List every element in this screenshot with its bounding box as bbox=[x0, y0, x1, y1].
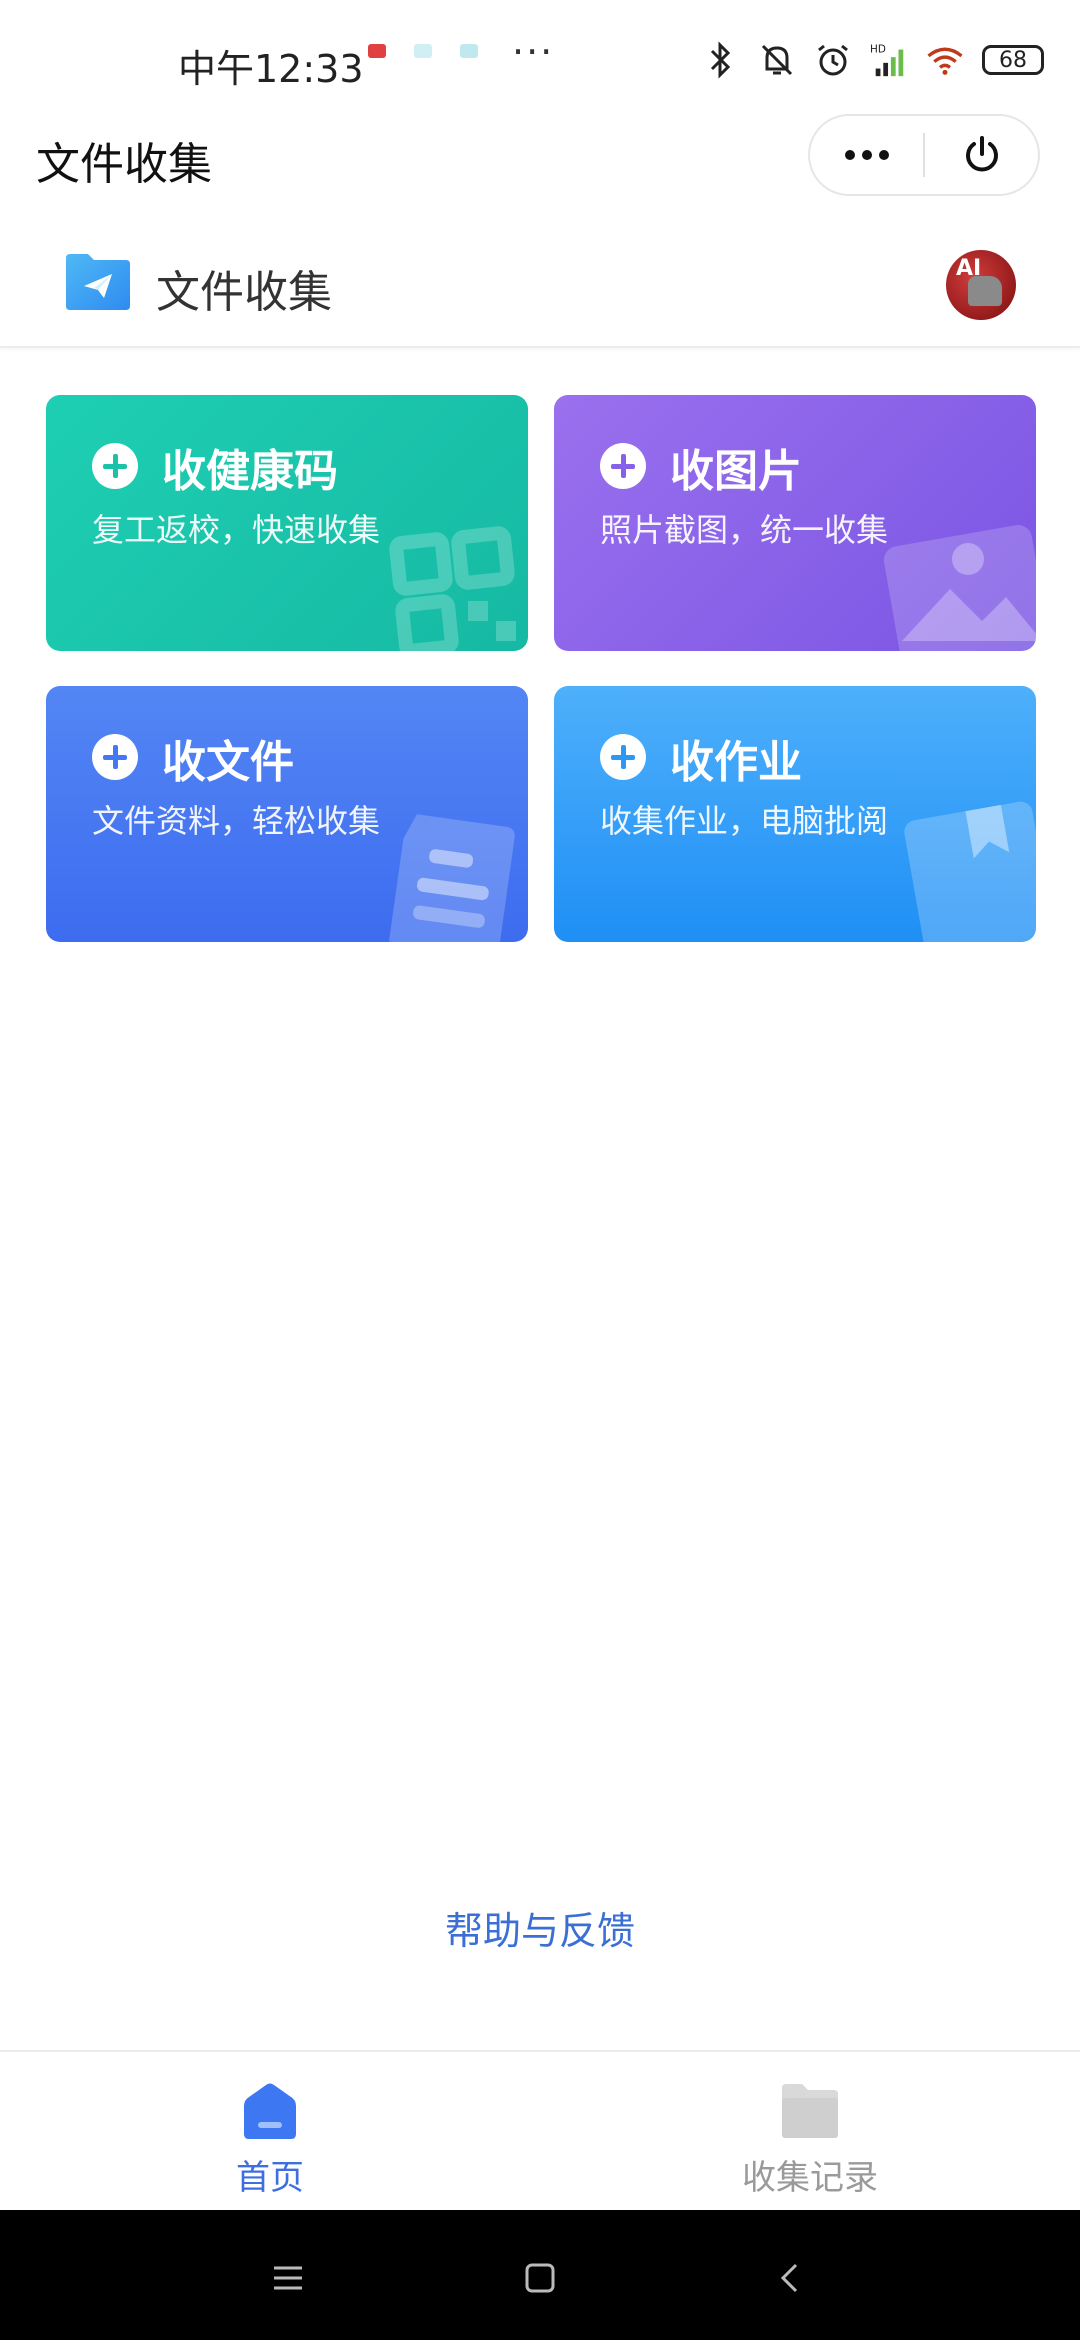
notification-app-icon bbox=[460, 44, 478, 58]
avatar[interactable]: AI bbox=[946, 250, 1016, 320]
help-feedback-link[interactable]: 帮助与反馈 bbox=[0, 1900, 1080, 1955]
notification-app-icon bbox=[414, 44, 432, 58]
folder-icon bbox=[782, 2084, 838, 2138]
card-subtitle: 收集作业，电脑批阅 bbox=[600, 802, 889, 840]
signal-hd-icon: HD bbox=[870, 40, 908, 80]
tab-label: 收集记录 bbox=[742, 2158, 878, 2198]
tab-bar: 首页 收集记录 bbox=[0, 2050, 1080, 2210]
close-button[interactable] bbox=[925, 116, 1038, 194]
card-health-code[interactable]: 收健康码 复工返校，快速收集 bbox=[46, 395, 528, 651]
battery-indicator: 68 bbox=[982, 45, 1044, 75]
home-square-icon[interactable] bbox=[512, 2250, 568, 2306]
back-icon[interactable] bbox=[762, 2250, 818, 2306]
plus-icon bbox=[600, 443, 646, 489]
card-images[interactable]: 收图片 照片截图，统一收集 bbox=[554, 395, 1036, 651]
notification-icons bbox=[368, 44, 478, 58]
wifi-icon bbox=[926, 40, 964, 80]
card-title: 收文件 bbox=[162, 737, 294, 788]
app-header: 文件收集 AI bbox=[0, 226, 1080, 348]
qr-code-icon bbox=[389, 526, 516, 651]
system-navigation-bar bbox=[0, 2210, 1080, 2340]
card-title: 收图片 bbox=[670, 446, 802, 497]
status-more-notifications: ··· bbox=[512, 30, 555, 74]
card-title: 收健康码 bbox=[162, 446, 338, 497]
app-name: 文件收集 bbox=[156, 267, 332, 318]
mute-bell-icon bbox=[758, 40, 796, 80]
notification-app-icon bbox=[368, 44, 386, 58]
tab-home[interactable]: 首页 bbox=[0, 2052, 540, 2212]
folder-plane-logo-icon bbox=[64, 252, 132, 312]
book-icon bbox=[904, 801, 1036, 942]
plus-icon bbox=[92, 734, 138, 780]
status-bar: 中午12:33 ··· HD 68 bbox=[0, 0, 1080, 120]
document-icon bbox=[388, 814, 515, 942]
plus-icon bbox=[600, 734, 646, 780]
more-dots-icon bbox=[844, 150, 889, 160]
menu-icon[interactable] bbox=[260, 2250, 316, 2306]
mini-program-capsule bbox=[808, 114, 1040, 196]
card-subtitle: 文件资料，轻松收集 bbox=[92, 802, 381, 840]
avatar-figure bbox=[968, 276, 1002, 306]
status-time: 中午12:33 bbox=[178, 47, 364, 91]
card-title: 收作业 bbox=[670, 737, 802, 788]
home-icon bbox=[244, 2083, 296, 2139]
card-files[interactable]: 收文件 文件资料，轻松收集 bbox=[46, 686, 528, 942]
power-icon bbox=[965, 136, 998, 172]
card-subtitle: 照片截图，统一收集 bbox=[600, 511, 889, 549]
image-icon bbox=[883, 525, 1036, 651]
page-title: 文件收集 bbox=[36, 139, 212, 190]
plus-icon bbox=[92, 443, 138, 489]
tab-label: 首页 bbox=[236, 2158, 304, 2198]
card-homework[interactable]: 收作业 收集作业，电脑批阅 bbox=[554, 686, 1036, 942]
svg-text:HD: HD bbox=[870, 43, 886, 55]
alarm-icon bbox=[814, 40, 852, 80]
card-subtitle: 复工返校，快速收集 bbox=[92, 511, 381, 549]
bluetooth-icon bbox=[702, 40, 740, 80]
tab-collection-records[interactable]: 收集记录 bbox=[540, 2052, 1080, 2212]
status-right-icons: HD 68 bbox=[702, 40, 1044, 80]
more-options-button[interactable] bbox=[810, 116, 923, 194]
